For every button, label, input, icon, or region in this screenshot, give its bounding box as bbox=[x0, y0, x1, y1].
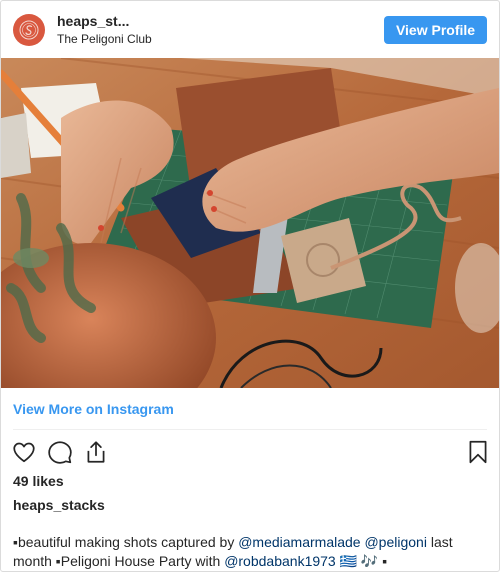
view-profile-button[interactable]: View Profile bbox=[384, 16, 487, 44]
logo-icon bbox=[19, 20, 39, 40]
post-header: heaps_st... The Peligoni Club View Profi… bbox=[1, 1, 499, 57]
mention-link[interactable]: @mediamarmalade bbox=[238, 534, 360, 550]
view-more-link[interactable]: View More on Instagram bbox=[13, 401, 174, 417]
caption-text-part: ▪beautiful making shots captured by bbox=[13, 534, 239, 550]
instagram-embed: heaps_st... The Peligoni Club View Profi… bbox=[0, 0, 500, 572]
mention-link[interactable]: @robdabank1973 bbox=[224, 553, 336, 569]
heart-icon[interactable] bbox=[11, 439, 37, 465]
caption-username-link[interactable]: heaps_stacks bbox=[13, 497, 105, 513]
post-image[interactable] bbox=[1, 58, 499, 388]
likes-count[interactable]: 49 likes bbox=[13, 473, 64, 489]
post-photo bbox=[1, 58, 499, 388]
mention-link[interactable]: @peligoni bbox=[364, 534, 426, 550]
location-link[interactable]: The Peligoni Club bbox=[57, 32, 152, 46]
caption-text: ▪beautiful making shots captured by @med… bbox=[13, 533, 487, 571]
caption-text-part: 🇬🇷 🎶 ▪ bbox=[335, 553, 388, 569]
comment-icon[interactable] bbox=[47, 439, 73, 465]
bookmark-icon[interactable] bbox=[465, 439, 491, 465]
share-icon[interactable] bbox=[83, 439, 109, 465]
divider bbox=[13, 429, 487, 430]
username-link[interactable]: heaps_st... bbox=[57, 13, 129, 29]
avatar[interactable] bbox=[13, 14, 45, 46]
action-bar bbox=[1, 437, 499, 467]
